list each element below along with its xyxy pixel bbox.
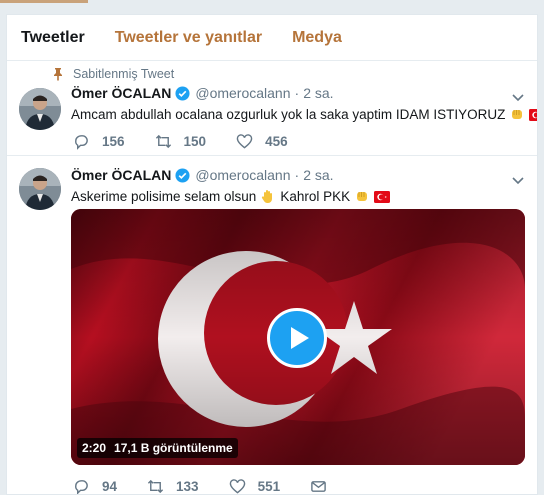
- tweet-text-continued: Kahrol PKK: [280, 189, 351, 204]
- turkey-flag-emoji-icon: [529, 108, 537, 121]
- avatar[interactable]: [19, 168, 61, 210]
- tab-media[interactable]: Medya: [292, 29, 342, 47]
- tweet-text: Askerime polisime selam olsun: [71, 189, 257, 204]
- tweet-header: Ömer ÖCALAN @omerocalann · 2 sa.: [71, 85, 334, 101]
- video-info-overlay: 2:20 17,1 B görüntülenme: [77, 438, 238, 458]
- tweet-video[interactable]: Ömer ÖCALAN @omerocalann · 2 sa. Askerim…: [7, 156, 537, 494]
- author-handle[interactable]: @omerocalann: [195, 167, 290, 183]
- retweet-count: 133: [176, 479, 199, 494]
- like-count: 456: [265, 134, 288, 149]
- retweet-count: 150: [183, 134, 207, 149]
- reply-icon: [75, 135, 88, 150]
- verified-badge-icon: [175, 167, 190, 183]
- tab-tweets-and-replies[interactable]: Tweetler ve yanıtlar: [115, 29, 262, 47]
- chevron-down-icon[interactable]: [511, 90, 525, 104]
- video-view-count: 17,1 B görüntülenme: [114, 441, 233, 455]
- play-icon: [290, 327, 309, 349]
- heart-icon: [236, 134, 253, 149]
- top-accent-bar: [0, 0, 88, 3]
- fist-emoji-icon: [357, 192, 368, 201]
- retweet-icon: [147, 479, 164, 494]
- reply-button[interactable]: 94: [73, 478, 118, 494]
- pinned-label: Sabitlenmiş Tweet: [73, 67, 175, 81]
- author-handle[interactable]: @omerocalann: [195, 85, 290, 101]
- tweet-pinned[interactable]: Sabitlenmiş Tweet Ömer ÖCALAN @omerocala…: [7, 61, 537, 156]
- heart-icon: [229, 479, 245, 494]
- tweet-timestamp[interactable]: 2 sa.: [303, 167, 333, 183]
- raised-hand-emoji-icon: [262, 189, 273, 203]
- retweet-button[interactable]: 133: [147, 478, 199, 494]
- retweet-button[interactable]: 150: [155, 133, 207, 150]
- retweet-icon: [155, 134, 171, 149]
- pin-icon: [54, 68, 62, 81]
- tweet-text-row: Askerime polisime selam olsun Kahrol PKK: [71, 189, 391, 204]
- separator-dot: ·: [294, 167, 300, 183]
- reply-count: 156: [102, 134, 125, 149]
- chevron-down-icon[interactable]: [511, 173, 525, 187]
- reply-count: 94: [102, 479, 118, 494]
- video-player[interactable]: 2:20 17,1 B görüntülenme: [71, 209, 525, 465]
- pinned-indicator: Sabitlenmiş Tweet: [51, 67, 174, 81]
- tweet-actions: 156 150 456: [73, 133, 318, 150]
- tweet-timestamp[interactable]: 2 sa.: [303, 85, 333, 101]
- avatar[interactable]: [19, 88, 61, 130]
- turkey-flag-emoji-icon: [374, 190, 391, 203]
- tweet-text: Amcam abdullah ocalana ozgurluk yok la s…: [71, 107, 506, 122]
- timeline-panel: Tweetler Tweetler ve yanıtlar Medya Sabi…: [6, 14, 538, 495]
- tweet-text-row: Amcam abdullah ocalana ozgurluk yok la s…: [71, 107, 537, 122]
- author-name[interactable]: Ömer ÖCALAN: [71, 85, 171, 101]
- tab-tweets[interactable]: Tweetler: [21, 29, 85, 47]
- direct-message-button[interactable]: [310, 478, 327, 494]
- tweet-header: Ömer ÖCALAN @omerocalann · 2 sa.: [71, 167, 334, 183]
- profile-tabs: Tweetler Tweetler ve yanıtlar Medya: [7, 15, 537, 61]
- like-button[interactable]: 551: [229, 478, 281, 494]
- tweet-actions: 94 133 551: [73, 478, 357, 494]
- reply-icon: [75, 480, 88, 494]
- like-button[interactable]: 456: [236, 133, 288, 150]
- like-count: 551: [257, 479, 281, 494]
- verified-badge-icon: [175, 85, 190, 101]
- separator-dot: ·: [294, 85, 300, 101]
- play-button[interactable]: [267, 308, 327, 368]
- avatar-image: [19, 168, 61, 210]
- envelope-icon: [311, 481, 326, 492]
- avatar-image: [19, 88, 61, 130]
- author-name[interactable]: Ömer ÖCALAN: [71, 167, 171, 183]
- video-duration: 2:20: [82, 441, 107, 455]
- reply-button[interactable]: 156: [73, 133, 125, 150]
- fist-emoji-icon: [512, 110, 523, 119]
